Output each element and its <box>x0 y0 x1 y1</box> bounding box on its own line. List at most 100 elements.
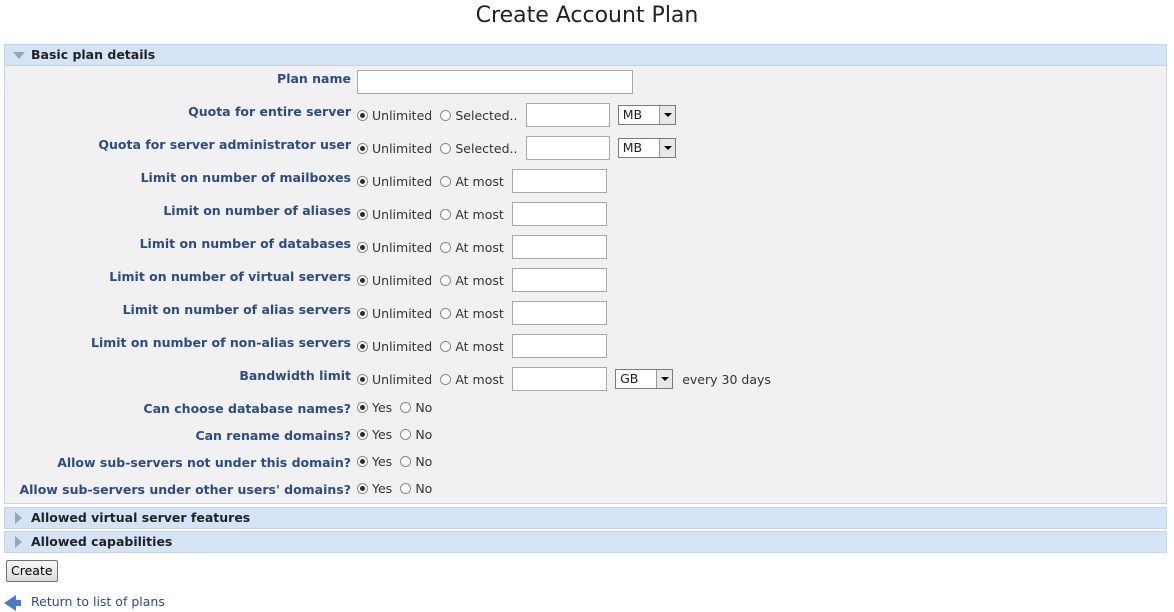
expand-arrow-icon <box>15 512 22 524</box>
field-label: Limit on number of mailboxes <box>140 170 351 185</box>
limit-input[interactable] <box>511 202 607 226</box>
field-label: Plan name <box>277 71 351 86</box>
unit-select[interactable]: MB <box>617 105 676 125</box>
limit-mailboxes-row: Limit on number of mailboxes Unlimited A… <box>5 169 1166 195</box>
limit-input[interactable] <box>511 268 607 292</box>
field-label: Limit on number of virtual servers <box>109 269 351 284</box>
page-title: Create Account Plan <box>475 3 699 28</box>
field-label: Quota for server administrator user <box>98 137 351 152</box>
radio-label: Unlimited <box>372 107 433 123</box>
radio-label: Unlimited <box>372 239 433 255</box>
section-header-features[interactable]: Allowed virtual server features <box>5 508 1166 528</box>
section-header-capabilities[interactable]: Allowed capabilities <box>5 532 1166 552</box>
at-most-radio[interactable] <box>440 175 452 187</box>
radio-label: Unlimited <box>372 338 433 354</box>
yes-radio[interactable] <box>357 456 368 467</box>
limit-databases-row: Limit on number of databases Unlimited A… <box>5 235 1166 261</box>
radio-label: No <box>415 400 433 415</box>
unit-value: MB <box>622 140 643 155</box>
return-link-label[interactable]: Return to list of plans <box>31 594 165 609</box>
unlimited-radio[interactable] <box>357 373 368 385</box>
quota-input[interactable] <box>525 136 610 160</box>
back-arrow-icon <box>4 594 16 611</box>
create-button[interactable]: Create <box>6 560 58 582</box>
radio-label: At most <box>455 239 504 255</box>
radio-label: Yes <box>372 481 393 496</box>
capabilities-panel: Allowed capabilities <box>4 531 1167 553</box>
radio-label: At most <box>455 305 504 321</box>
unlimited-radio[interactable] <box>357 274 368 286</box>
selected-radio[interactable] <box>440 142 452 154</box>
radio-label: At most <box>455 371 504 387</box>
unit-select[interactable]: GB <box>615 369 674 389</box>
dropdown-arrow-icon <box>656 370 673 388</box>
unlimited-radio[interactable] <box>357 109 368 121</box>
basic-plan-details-panel: Basic plan details Plan name Quota for e… <box>4 44 1167 504</box>
collapse-arrow-icon <box>13 52 25 59</box>
radio-label: Unlimited <box>372 173 433 189</box>
unlimited-radio[interactable] <box>357 208 368 220</box>
radio-label: No <box>415 481 433 496</box>
virtual-server-features-panel: Allowed virtual server features <box>4 507 1167 529</box>
return-link[interactable]: Return to list of plans <box>4 593 165 611</box>
no-radio[interactable] <box>400 456 412 467</box>
quota-entire-server-row: Quota for entire server Unlimited Select… <box>5 103 1166 129</box>
field-label: Can rename domains? <box>195 428 351 443</box>
radio-label: Selected.. <box>455 140 518 156</box>
bandwidth-limit-row: Bandwidth limit Unlimited At most GB eve… <box>5 367 1166 393</box>
limit-input[interactable] <box>511 334 607 358</box>
radio-label: At most <box>455 338 504 354</box>
yes-radio[interactable] <box>357 429 368 440</box>
unlimited-radio[interactable] <box>357 307 368 319</box>
unlimited-radio[interactable] <box>357 241 368 253</box>
no-radio[interactable] <box>400 402 412 413</box>
radio-label: No <box>415 427 433 442</box>
limit-input[interactable] <box>511 169 607 193</box>
section-title: Allowed virtual server features <box>31 510 251 525</box>
field-label: Bandwidth limit <box>239 368 351 383</box>
at-most-radio[interactable] <box>440 274 452 286</box>
unlimited-radio[interactable] <box>357 340 368 352</box>
unlimited-radio[interactable] <box>357 175 368 187</box>
no-radio[interactable] <box>400 483 412 494</box>
sub-servers-other-users-row: Allow sub-servers under other users' dom… <box>5 481 1166 507</box>
radio-label: At most <box>455 206 504 222</box>
limit-aliases-row: Limit on number of aliases Unlimited At … <box>5 202 1166 228</box>
field-label: Limit on number of databases <box>139 236 351 251</box>
at-most-radio[interactable] <box>440 241 452 253</box>
selected-radio[interactable] <box>440 109 452 121</box>
at-most-radio[interactable] <box>440 208 452 220</box>
limit-input[interactable] <box>511 301 607 325</box>
unlimited-radio[interactable] <box>357 142 368 154</box>
unit-value: MB <box>622 107 643 122</box>
radio-label: Unlimited <box>372 272 433 288</box>
radio-label: Unlimited <box>372 371 433 387</box>
radio-label: Yes <box>372 400 393 415</box>
field-label: Quota for entire server <box>188 104 351 119</box>
rename-domains-row: Can rename domains? Yes No <box>5 427 1166 453</box>
field-label: Can choose database names? <box>143 401 351 416</box>
expand-arrow-icon <box>15 536 22 548</box>
field-label: Allow sub-servers not under this domain? <box>57 455 351 470</box>
yes-radio[interactable] <box>357 483 368 494</box>
plan-name-input[interactable] <box>357 70 633 94</box>
bandwidth-input[interactable] <box>511 367 607 391</box>
section-title: Allowed capabilities <box>31 534 173 549</box>
unit-value: GB <box>620 371 639 386</box>
sub-servers-not-under-row: Allow sub-servers not under this domain?… <box>5 454 1166 480</box>
at-most-radio[interactable] <box>440 340 452 352</box>
at-most-radio[interactable] <box>440 373 452 385</box>
limit-input[interactable] <box>511 235 607 259</box>
yes-radio[interactable] <box>357 402 368 413</box>
quota-admin-user-row: Quota for server administrator user Unli… <box>5 136 1166 162</box>
at-most-radio[interactable] <box>440 307 452 319</box>
field-label: Limit on number of non-alias servers <box>91 335 351 350</box>
no-radio[interactable] <box>400 429 412 440</box>
quota-input[interactable] <box>525 103 610 127</box>
field-label: Limit on number of aliases <box>163 203 351 218</box>
radio-label: Yes <box>372 427 393 442</box>
dropdown-arrow-icon <box>658 106 675 124</box>
unit-select[interactable]: MB <box>617 138 676 158</box>
section-title: Basic plan details <box>31 47 156 62</box>
section-header-basic[interactable]: Basic plan details <box>5 45 1166 66</box>
